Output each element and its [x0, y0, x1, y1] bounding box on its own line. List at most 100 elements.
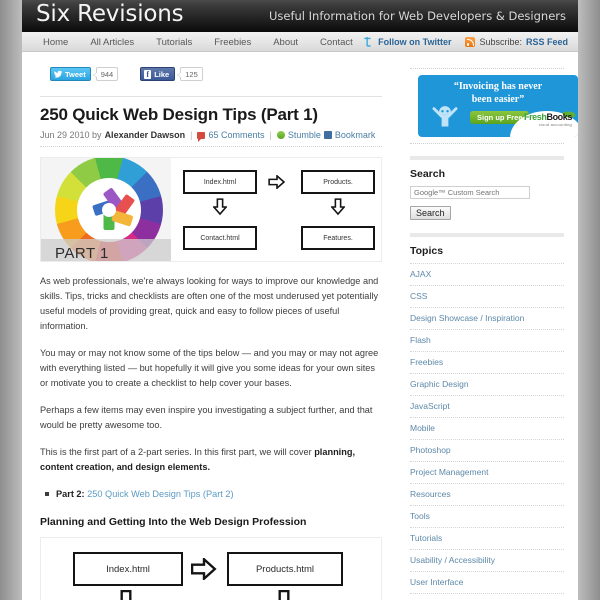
nav-item-contact[interactable]: Contact	[309, 37, 364, 48]
nav-right-group: Follow on Twitter Subscribe: RSS Feed	[363, 32, 568, 52]
subscribe-label: Subscribe:	[479, 37, 522, 47]
ad-brand-name: FreshBooks	[524, 113, 572, 122]
color-wheel-center	[102, 203, 116, 217]
diagram-box-products: Products.html	[227, 552, 343, 586]
nav-item-about[interactable]: About	[262, 37, 309, 48]
sidebar: “Invoicing has never been easier” Sign u…	[400, 52, 578, 600]
freshbooks-ad[interactable]: “Invoicing has never been easier” Sign u…	[418, 75, 578, 137]
page-body: Six Revisions Useful Information for Web…	[22, 0, 578, 600]
site-logo[interactable]: Six Revisions	[36, 1, 184, 27]
search-input[interactable]	[410, 186, 530, 199]
topics-heading: Topics	[410, 245, 444, 257]
nav-item-freebies[interactable]: Freebies	[203, 37, 262, 48]
sidebar-item-project-management[interactable]: Project Management	[410, 462, 564, 484]
meta-divider-1: |	[190, 130, 193, 140]
sidebar-item-flash[interactable]: Flash	[410, 330, 564, 352]
page-title: 250 Quick Web Design Tips (Part 1)	[40, 105, 318, 124]
meta-dotted-rule	[40, 146, 382, 147]
facebook-like-button[interactable]: f Like	[140, 67, 176, 81]
facebook-icon: f	[144, 69, 152, 79]
tweet-count[interactable]: 944	[92, 67, 119, 81]
page-gutter-left	[0, 0, 22, 600]
sidebar-item-freebies[interactable]: Freebies	[410, 352, 564, 374]
sidebar-rule-top	[410, 68, 564, 69]
bookmark-link[interactable]: Bookmark	[335, 130, 376, 140]
follow-on-twitter-label: Follow on Twitter	[378, 37, 452, 47]
sidebar-item-mobile[interactable]: Mobile	[410, 418, 564, 440]
part-label: PART 1	[55, 245, 109, 262]
sidebar-item-graphic-design[interactable]: Graphic Design	[410, 374, 564, 396]
nav-item-home[interactable]: Home	[32, 37, 79, 48]
social-share-row: Tweet 944 f Like 125	[50, 66, 382, 82]
stumbleupon-icon	[276, 131, 285, 139]
main-column: Tweet 944 f Like 125 250 Quick Web Desig…	[22, 52, 400, 600]
diagram-box-index: Index.html	[73, 552, 183, 586]
meta-divider-2: |	[269, 130, 272, 140]
series-paragraph: This is the first part of a 2-part serie…	[40, 445, 382, 475]
sidebar-item-photoshop[interactable]: Photoshop	[410, 440, 564, 462]
follow-on-twitter-link[interactable]: Follow on Twitter	[363, 36, 452, 48]
part2-link[interactable]: 250 Quick Web Design Tips (Part 2)	[87, 489, 233, 499]
sidebar-item-javascript[interactable]: JavaScript	[410, 396, 564, 418]
diagram-arrow-down-icon-right	[273, 589, 295, 600]
tweet-share-unit: Tweet 944	[50, 67, 119, 81]
sidebar-item-tools[interactable]: Tools	[410, 506, 564, 528]
tweet-button[interactable]: Tweet	[50, 67, 91, 81]
main-navigation: Home All Articles Tutorials Freebies Abo…	[22, 32, 578, 52]
sidebar-item-resources[interactable]: Resources	[410, 484, 564, 506]
sidebar-item-usability[interactable]: Usability / Accessibility	[410, 550, 564, 572]
featured-image[interactable]: PART 1 Index.html Products. Contact.html…	[40, 157, 382, 262]
rss-subscribe-link[interactable]: Subscribe: RSS Feed	[465, 37, 568, 47]
nav-item-tutorials[interactable]: Tutorials	[145, 37, 203, 48]
post-comments-link[interactable]: 65 Comments	[208, 130, 264, 140]
rss-icon	[465, 37, 476, 47]
section-heading: Planning and Getting Into the Web Design…	[40, 516, 307, 528]
sitemap-box-index: Index.html	[183, 170, 257, 194]
twitter-bird-icon	[54, 70, 62, 78]
color-wheel-panel: PART 1	[41, 158, 171, 262]
like-share-unit: f Like 125	[140, 67, 203, 81]
sitemap-box-features: Features.	[301, 226, 375, 250]
diagram-arrow-down-icon-left	[115, 589, 137, 600]
sitemap-diagram: Index.html Products.html	[40, 537, 382, 600]
sidebar-item-css[interactable]: CSS	[410, 286, 564, 308]
search-button[interactable]: Search	[410, 206, 451, 220]
sitemap-box-contact: Contact.html	[183, 226, 257, 250]
list-item: Part 2: 250 Quick Web Design Tips (Part …	[45, 487, 382, 502]
page-gutter-right	[578, 0, 600, 600]
sidebar-separator-search	[410, 156, 564, 160]
sidebar-item-web-applications[interactable]: Web Applications	[410, 594, 564, 600]
intro-paragraph-1: As web professionals, we're always looki…	[40, 276, 379, 331]
ad-brand-tagline: cloud accounting	[538, 122, 572, 127]
rss-feed-label: RSS Feed	[525, 37, 568, 47]
diagram-arrow-right-icon	[190, 556, 217, 585]
post-meta: Jun 29 2010 by Alexander Dawson | 65 Com…	[40, 130, 382, 142]
ad-brand: FreshBooks cloud accounting	[524, 113, 572, 129]
part2-list: Part 2: 250 Quick Web Design Tips (Part …	[40, 487, 382, 502]
page-root: Six Revisions Useful Information for Web…	[0, 0, 600, 600]
article-top-rule	[40, 96, 382, 97]
series-lead-text: This is the first part of a 2-part serie…	[40, 447, 315, 457]
sidebar-separator-topics	[410, 233, 564, 237]
sidebar-item-tutorials[interactable]: Tutorials	[410, 528, 564, 550]
comment-icon	[197, 131, 206, 142]
site-masthead: Six Revisions Useful Information for Web…	[22, 0, 578, 32]
tweet-button-label: Tweet	[65, 69, 86, 79]
sitemap-thumbnail: Index.html Products. Contact.html Featur…	[171, 158, 381, 261]
site-tagline: Useful Information for Web Developers & …	[268, 9, 566, 23]
nav-item-all-articles[interactable]: All Articles	[79, 37, 145, 48]
intro-paragraph-2: You may or may not know some of the tips…	[40, 348, 379, 388]
search-heading: Search	[410, 168, 446, 180]
sidebar-item-ajax[interactable]: AJAX	[410, 263, 564, 286]
intro-paragraph-3: Perhaps a few items may even inspire you…	[40, 405, 373, 430]
sidebar-item-design-showcase[interactable]: Design Showcase / Inspiration	[410, 308, 564, 330]
sidebar-item-user-interface[interactable]: User Interface	[410, 572, 564, 594]
like-count[interactable]: 125	[177, 67, 203, 81]
like-button-label: Like	[154, 69, 170, 79]
ad-mascot-icon	[428, 101, 462, 135]
ad-headline-line1: “Invoicing has never	[453, 81, 543, 92]
post-author[interactable]: Alexander Dawson	[105, 130, 186, 140]
post-date: Jun 29 2010 by	[40, 130, 102, 140]
sitemap-arrow-down-icon-left	[212, 198, 228, 216]
stumble-link[interactable]: Stumble	[288, 130, 321, 140]
